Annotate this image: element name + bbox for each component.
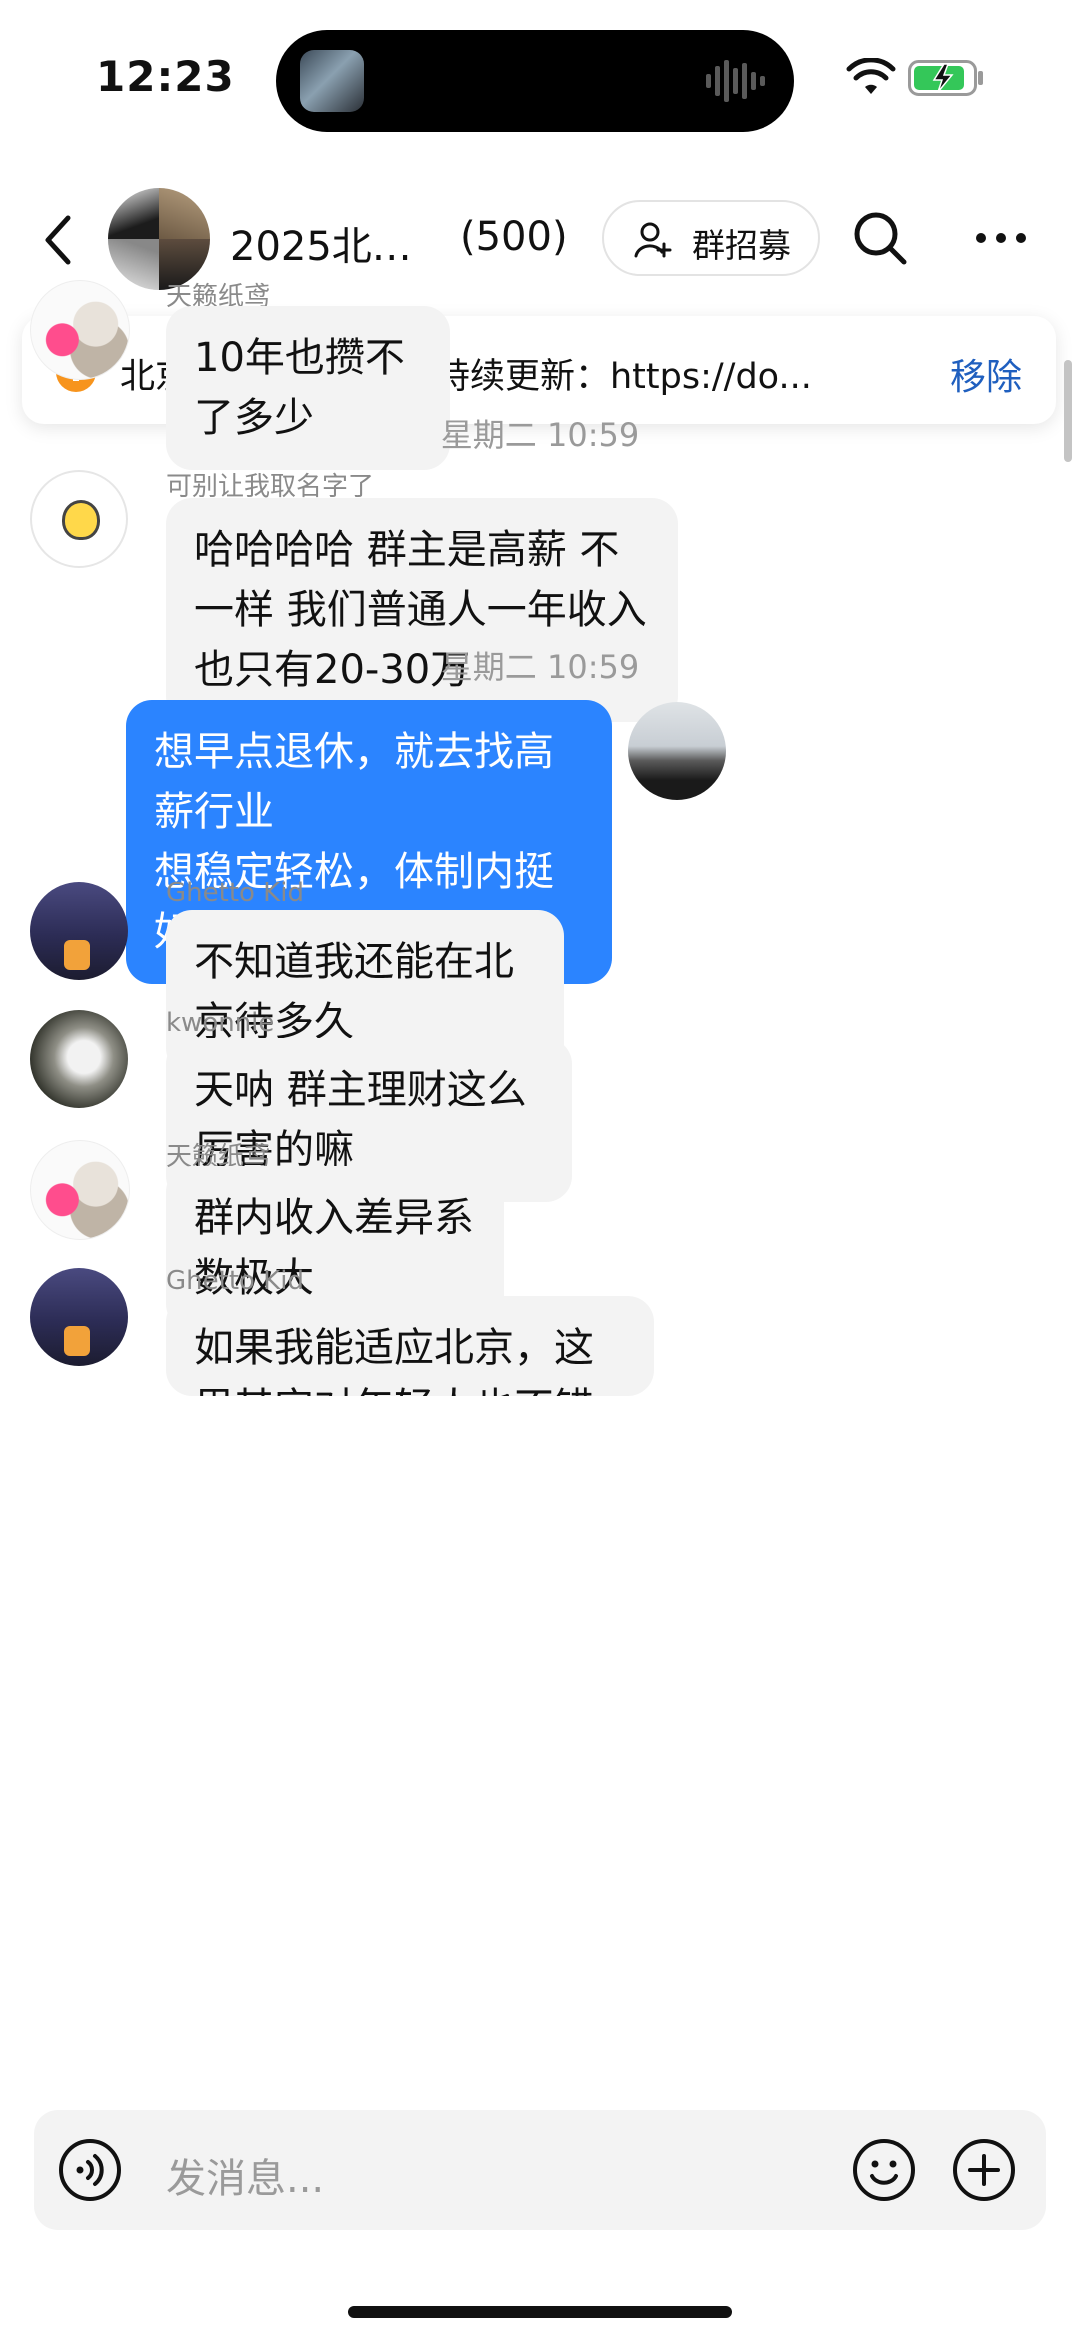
remove-pin-button[interactable]: 移除 xyxy=(950,348,1022,400)
avatar-kwonnie[interactable] xyxy=(30,1010,128,1108)
sender-name: kwonnie xyxy=(166,1008,275,1038)
audio-wave-icon xyxy=(706,60,765,102)
search-icon[interactable] xyxy=(852,210,908,266)
now-playing-thumbnail xyxy=(300,50,364,112)
message-bubble[interactable]: 哈哈哈哈 群主是高薪 不一样 我们普通人一年收入也只有20-30万 xyxy=(166,498,678,722)
timestamp: 星期二 10:59 xyxy=(440,416,640,454)
sender-name: Ghetto Kid xyxy=(166,1266,304,1296)
avatar-ghetto-kid[interactable] xyxy=(30,1268,128,1366)
avatar-tianlai[interactable] xyxy=(30,1140,130,1240)
battery-charging-icon xyxy=(908,60,983,96)
status-time: 12:23 xyxy=(96,52,235,101)
emoji-icon[interactable] xyxy=(852,2138,916,2202)
avatar-ghetto-kid[interactable] xyxy=(30,882,128,980)
message-input-bar[interactable]: 发消息... xyxy=(34,2110,1046,2230)
home-indicator[interactable] xyxy=(348,2306,732,2318)
recruit-label: 群招募 xyxy=(692,226,791,265)
avatar-me[interactable] xyxy=(628,702,726,800)
group-avatar[interactable] xyxy=(108,188,210,290)
member-count: (500) xyxy=(460,214,568,260)
message-bubble[interactable]: 如果我能适应北京，这里其实对年轻人也不错了 xyxy=(166,1296,654,1396)
back-arrow-icon[interactable] xyxy=(36,210,80,270)
add-attachment-icon[interactable] xyxy=(952,2138,1016,2202)
add-user-icon xyxy=(634,222,672,258)
sender-name: Ghetto Kid xyxy=(166,878,304,908)
dynamic-island[interactable] xyxy=(276,30,794,132)
avatar-kebie[interactable] xyxy=(30,470,128,568)
timestamp: 星期二 10:59 xyxy=(440,648,640,686)
wifi-icon xyxy=(846,58,896,94)
group-recruit-button[interactable]: 群招募 xyxy=(602,200,820,276)
message-input[interactable]: 发消息... xyxy=(166,2146,324,2204)
voice-input-icon[interactable] xyxy=(58,2138,122,2202)
more-options-icon[interactable] xyxy=(974,226,1028,250)
avatar-tianlai[interactable] xyxy=(30,280,130,380)
group-title[interactable]: 2025北… xyxy=(230,214,412,272)
